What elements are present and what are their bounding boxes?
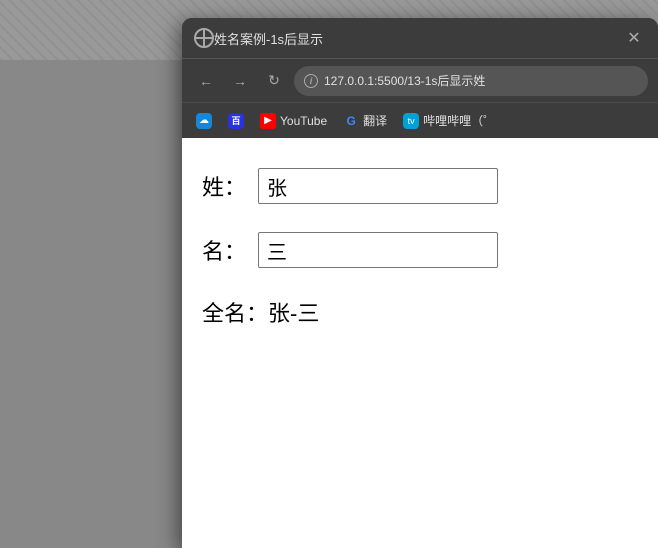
surname-row: 姓： [202,168,638,204]
bilibili-label: 哔哩哔哩（゜ [423,112,495,129]
window-title: 姓名案例-1s后显示 [214,29,622,48]
bilibili-icon: tv [403,113,419,129]
page-content: 姓： 名： 全名：张-三 [182,138,658,548]
fullname-row: 全名：张-三 [202,296,638,328]
reload-button[interactable]: ↻ [260,67,288,95]
url-text: 127.0.0.1:5500/13-1s后显示姓 [324,72,485,89]
firstname-row: 名： [202,232,638,268]
surname-label: 姓： [202,170,246,202]
security-info-icon: i [304,74,318,88]
bookmark-baiduyun[interactable]: ☁ [190,109,218,133]
bookmark-baidu[interactable]: 百 [222,109,250,133]
back-button[interactable]: ← [192,67,220,95]
youtube-icon: ▶ [260,113,276,129]
baidu-icon: 百 [228,113,244,129]
bookmark-youtube[interactable]: ▶ YouTube [254,109,333,133]
title-bar: 姓名案例-1s后显示 ✕ [182,18,658,58]
baiduyun-icon: ☁ [196,113,212,129]
bookmark-bilibili[interactable]: tv 哔哩哔哩（゜ [397,108,501,133]
translate-label: 翻译 [363,112,387,129]
close-button[interactable]: ✕ [622,26,646,50]
bookmarks-bar: ☁ 百 ▶ YouTube G 翻译 tv 哔哩哔哩（゜ [182,102,658,138]
firstname-input[interactable] [258,232,498,268]
forward-button[interactable]: → [226,67,254,95]
translate-icon: G [343,113,359,129]
favicon-icon [194,28,214,48]
firstname-label: 名： [202,234,246,266]
surname-input[interactable] [258,168,498,204]
bookmark-translate[interactable]: G 翻译 [337,108,393,133]
navigation-bar: ← → ↻ i 127.0.0.1:5500/13-1s后显示姓 [182,58,658,102]
fullname-value: 张-三 [268,301,319,326]
fullname-label: 全名： [202,301,268,326]
youtube-label: YouTube [280,114,327,128]
browser-window: 姓名案例-1s后显示 ✕ ← → ↻ i 127.0.0.1:5500/13-1… [182,18,658,548]
address-bar[interactable]: i 127.0.0.1:5500/13-1s后显示姓 [294,66,648,96]
